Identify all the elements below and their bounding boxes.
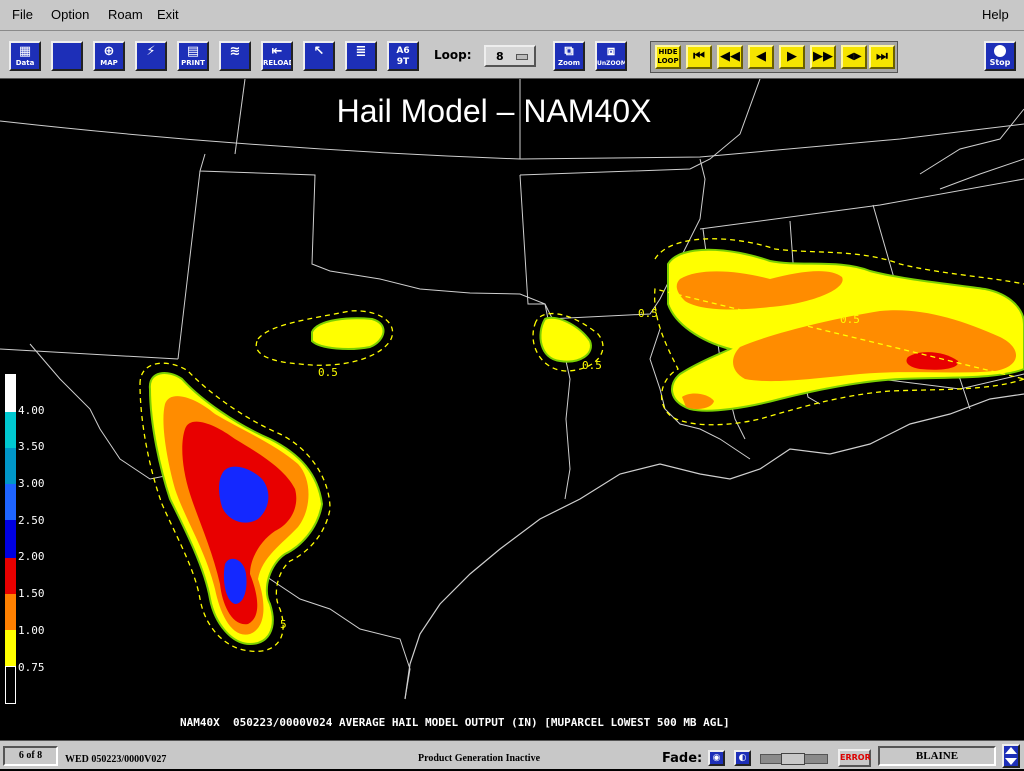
loop-label: Loop: [434,48,472,62]
play-back-icon: ◀ [756,49,766,64]
legend-label: 1.00 [18,624,45,637]
play-button[interactable]: ▶ [779,45,805,69]
data-icon: ▦ [18,44,32,59]
hail-region-central [311,317,385,350]
animation-controls: HIDE LOOP ⏮ ◀◀ ◀ ▶ ▶▶ ◀▶ ⏭ [650,41,898,73]
contour-label-southeast-west: 0.5 [638,307,658,320]
streamline-button[interactable]: ≋ [219,41,251,71]
legend-label: 0.75 [18,661,45,674]
step-back-button[interactable]: ◀ [748,45,774,69]
reload-button[interactable]: ⇤ RELOAD [261,41,293,71]
play-icon: ▶ [787,49,797,64]
product-caption: NAM40X 050223/0000V024 AVERAGE HAIL MODE… [180,716,730,729]
frame-counter: 6 of 8 [3,746,58,766]
contour-label-southeast-east: 0.5 [840,313,860,326]
streamline-icon: ≋ [229,44,241,59]
rock-icon: ◀▶ [846,51,862,62]
stop-button[interactable]: Stop [984,41,1016,71]
fade-label: Fade: [662,751,703,766]
skip-first-icon: ⏮ [693,49,705,64]
legend-label: 3.00 [18,477,45,490]
dropdown-icon [516,54,528,60]
menu-bar: File Option Roam Exit Help [0,0,1024,31]
hide-loop-button[interactable]: HIDE LOOP [655,45,681,69]
frame-datetime: WED 050223/0000V027 [65,754,167,765]
legend-swatch-orange [5,594,16,630]
skip-last-icon: ⏭ [876,49,888,64]
printer-icon: ▤ [186,44,200,59]
globe-icon: ⊕ [103,44,115,59]
legend-swatch-teal [5,448,16,484]
text-options-button[interactable]: A6 9T [387,41,419,71]
zoom-button[interactable]: ⧉ Zoom [553,41,585,71]
wind-barb-button[interactable]: ⚡ [135,41,167,71]
menu-help[interactable]: Help [982,7,1009,22]
up-down-arrow-icon [1005,747,1017,765]
legend-swatch-blue [5,520,16,558]
fade-graphics-button[interactable]: ◐ [734,750,751,766]
fade-image-icon: ◉ [712,753,721,763]
last-frame-button[interactable]: ⏭ [869,45,895,69]
color-legend: 4.00 3.50 3.00 2.50 2.00 1.50 1.00 0.75 [5,374,55,704]
zoom-icon: ⧉ [564,44,574,59]
roam-button[interactable]: ↖ [303,41,335,71]
fade-graphics-icon: ◐ [738,753,747,763]
unzoom-button[interactable]: ⧈ UnZOOM [595,41,627,71]
menu-roam[interactable]: Roam [108,7,143,22]
wind-barb-icon: ⚡ [146,44,156,59]
fast-rewind-icon: ◀◀ [720,49,740,64]
unzoom-icon: ⧈ [606,44,616,59]
blank-color-button[interactable] [51,41,83,71]
map-view[interactable]: 0.5 0.5 0.5 0.5 5 Hail Model – NAM40X 4.… [0,79,1024,739]
contour-button[interactable]: ≣ [345,41,377,71]
map-canvas: 0.5 0.5 0.5 0.5 5 [0,79,1024,700]
toolbar: ▦ Data ⊕ MAP ⚡ ▤ PRINT ≋ ⇤ RELOAD ↖ ≣ A6 9T … [0,31,1024,79]
menu-file[interactable]: File [12,7,33,22]
site-name: BLAINE [878,746,996,766]
fade-slider[interactable] [760,753,828,765]
fade-image-button[interactable]: ◉ [708,750,725,766]
data-button[interactable]: ▦ Data [9,41,41,71]
error-button[interactable]: ERROR [838,749,871,767]
hail-regions [139,238,1024,652]
status-bar: 6 of 8 WED 050223/0000V027 Product Gener… [0,740,1024,769]
product-status: Product Generation Inactive [418,753,541,764]
legend-label: 2.50 [18,514,45,527]
legend-label: 2.00 [18,550,45,563]
legend-label: 4.00 [18,404,45,417]
contour-label-central: 0.5 [318,366,338,379]
reload-arrow-icon: ⇤ [271,44,283,59]
menu-option[interactable]: Option [51,7,89,22]
fade-slider-thumb[interactable] [781,753,805,765]
rock-button[interactable]: ◀▶ [841,45,867,69]
legend-label: 1.50 [18,587,45,600]
fast-forward-icon: ▶▶ [813,49,833,64]
legend-swatch-lightblue [5,484,16,520]
legend-swatch-yellow [5,630,16,666]
loop-select[interactable]: 8 [484,45,536,67]
fast-forward-button[interactable]: ▶▶ [810,45,836,69]
print-button[interactable]: ▤ PRINT [177,41,209,71]
roam-arrow-icon: ↖ [313,44,325,59]
stop-icon [994,45,1006,57]
map-title: Hail Model – NAM40X [336,93,652,129]
coastline [404,393,1024,700]
site-scroll-button[interactable] [1002,744,1020,768]
contour-label-west-texas: 5 [280,618,287,631]
fast-rewind-button[interactable]: ◀◀ [717,45,743,69]
menu-exit[interactable]: Exit [157,7,179,22]
map-button[interactable]: ⊕ MAP [93,41,125,71]
legend-swatch-white [5,374,16,412]
legend-swatch-red [5,558,16,594]
legend-label: 3.50 [18,440,45,453]
contour-label-arkansas: 0.5 [582,359,602,372]
first-frame-button[interactable]: ⏮ [686,45,712,69]
contour-icon: ≣ [355,44,367,59]
legend-swatch-black [5,666,16,704]
legend-swatch-cyan [5,412,16,448]
